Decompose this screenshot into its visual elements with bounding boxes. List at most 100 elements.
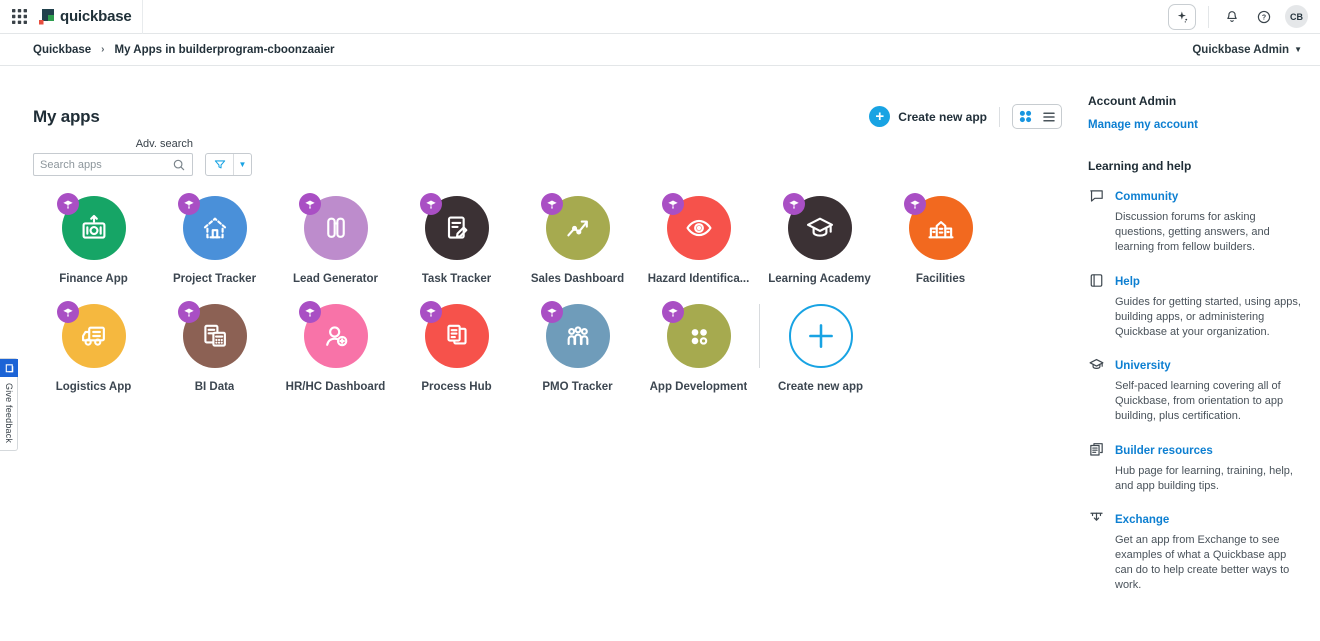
builder-badge-icon	[299, 301, 321, 323]
right-sidebar: Account Admin Manage my account Learning…	[1088, 66, 1320, 610]
builder-badge-icon	[541, 193, 563, 215]
builder-badge-icon	[541, 301, 563, 323]
document-edit-icon	[441, 212, 473, 244]
app-tile[interactable]: Lead Generator	[275, 196, 396, 285]
plus-icon: +	[869, 106, 890, 127]
divider	[1208, 6, 1209, 28]
sidebar-description: Get an app from Exchange to see examples…	[1115, 533, 1302, 594]
graduation-cap-outline-icon	[1088, 356, 1105, 373]
filter-dropdown-caret[interactable]: ▼	[234, 154, 251, 175]
feedback-label: Give feedback	[4, 377, 14, 450]
app-tile[interactable]: Project Tracker	[154, 196, 275, 285]
search-box	[33, 153, 193, 176]
app-tile[interactable]: Facilities	[880, 196, 1001, 285]
app-name: App Development	[650, 381, 748, 393]
app-name: Process Hub	[421, 381, 491, 393]
chart-up-icon	[562, 212, 594, 244]
app-tile[interactable]: HR/HC Dashboard	[275, 304, 396, 393]
ai-sparkle-button[interactable]	[1168, 4, 1196, 30]
create-tile-label: Create new app	[778, 381, 863, 393]
app-icon-circle	[62, 196, 126, 260]
view-toggle	[1012, 104, 1062, 129]
sidebar-link[interactable]: Community	[1115, 191, 1178, 203]
sparkle-icon	[1175, 9, 1190, 24]
app-switcher-icon[interactable]	[8, 6, 30, 28]
learning-help-list: Community Discussion forums for asking qu…	[1088, 187, 1302, 594]
learning-help-item: UniversitySelf-paced learning covering a…	[1088, 356, 1302, 425]
sidebar-description: Hub page for learning, training, help, a…	[1115, 464, 1302, 494]
manage-account-link[interactable]: Manage my account	[1088, 119, 1198, 131]
app-icon-circle	[183, 304, 247, 368]
builder-badge-icon	[57, 193, 79, 215]
sidebar-link[interactable]: University	[1115, 360, 1171, 372]
search-input[interactable]	[40, 159, 172, 171]
sidebar-link[interactable]: Builder resources	[1115, 445, 1213, 457]
sidebar-description: Discussion forums for asking questions, …	[1115, 210, 1302, 256]
app-tile[interactable]: Process Hub	[396, 304, 517, 393]
app-tile[interactable]: App Development	[638, 304, 759, 393]
app-tile[interactable]: Logistics App	[33, 304, 154, 393]
app-icon-circle	[183, 196, 247, 260]
report-calculator-icon	[199, 320, 231, 352]
app-tile[interactable]: Task Tracker	[396, 196, 517, 285]
app-name: BI Data	[195, 381, 235, 393]
app-name: Sales Dashboard	[531, 273, 624, 285]
create-new-app-button[interactable]: + Create new app	[869, 106, 987, 127]
app-icon-circle	[546, 196, 610, 260]
app-name: Hazard Identifica...	[648, 273, 750, 285]
svg-text:?: ?	[1262, 14, 1266, 21]
account-menu-label: Quickbase Admin	[1192, 44, 1289, 56]
sidebar-link[interactable]: Exchange	[1115, 514, 1169, 526]
app-icon-circle	[667, 304, 731, 368]
list-view-icon[interactable]	[1037, 105, 1061, 128]
builder-badge-icon	[420, 301, 442, 323]
money-icon	[78, 212, 110, 244]
app-tile[interactable]: Sales Dashboard	[517, 196, 638, 285]
learning-help-title: Learning and help	[1088, 159, 1302, 173]
quickbase-logo[interactable]: quickbase	[30, 0, 142, 34]
app-tile[interactable]: PMO Tracker	[517, 304, 638, 393]
app-icon-circle	[425, 304, 489, 368]
app-tile[interactable]: Learning Academy	[759, 196, 880, 285]
app-name: Learning Academy	[768, 273, 870, 285]
builder-resources-icon	[1088, 441, 1105, 458]
builder-badge-icon	[420, 193, 442, 215]
builder-badge-icon	[783, 193, 805, 215]
help-book-icon	[1088, 272, 1105, 289]
app-tile[interactable]: Finance App	[33, 196, 154, 285]
dots-grid-icon	[683, 320, 715, 352]
adv-search-link[interactable]: Adv. search	[33, 138, 193, 150]
app-tile[interactable]: Hazard Identifica...	[638, 196, 759, 285]
builder-badge-icon	[57, 301, 79, 323]
user-avatar[interactable]: CB	[1285, 5, 1308, 28]
app-row-1: Finance App Project Tracker Lead Generator…	[33, 196, 1088, 285]
app-icon-circle	[304, 196, 368, 260]
breadcrumb-root[interactable]: Quickbase	[33, 44, 91, 56]
app-tile[interactable]: BI Data	[154, 304, 275, 393]
app-icon-circle	[667, 196, 731, 260]
learning-help-item: Community Discussion forums for asking qu…	[1088, 187, 1302, 256]
builder-badge-icon	[662, 301, 684, 323]
feedback-icon	[0, 359, 18, 377]
account-menu[interactable]: Quickbase Admin ▼	[1192, 44, 1302, 56]
divider	[999, 107, 1000, 127]
app-name: Project Tracker	[173, 273, 256, 285]
grid-view-icon[interactable]	[1013, 105, 1037, 128]
filter-funnel-icon[interactable]	[206, 154, 233, 175]
plus-icon	[789, 304, 853, 368]
builder-badge-icon	[299, 193, 321, 215]
sidebar-description: Guides for getting started, using apps, …	[1115, 295, 1302, 341]
app-icon-circle	[425, 196, 489, 260]
app-name: Lead Generator	[293, 273, 378, 285]
documents-icon	[441, 320, 473, 352]
logo-text: quickbase	[60, 8, 132, 25]
create-new-app-tile[interactable]: Create new app	[760, 304, 881, 393]
app-icon-circle	[304, 304, 368, 368]
notifications-bell-icon[interactable]	[1221, 6, 1243, 28]
app-icon-circle	[546, 304, 610, 368]
sidebar-link[interactable]: Help	[1115, 276, 1140, 288]
graduation-cap-icon	[804, 212, 836, 244]
builder-badge-icon	[904, 193, 926, 215]
give-feedback-tab[interactable]: Give feedback	[0, 358, 18, 451]
help-icon[interactable]: ?	[1253, 6, 1275, 28]
